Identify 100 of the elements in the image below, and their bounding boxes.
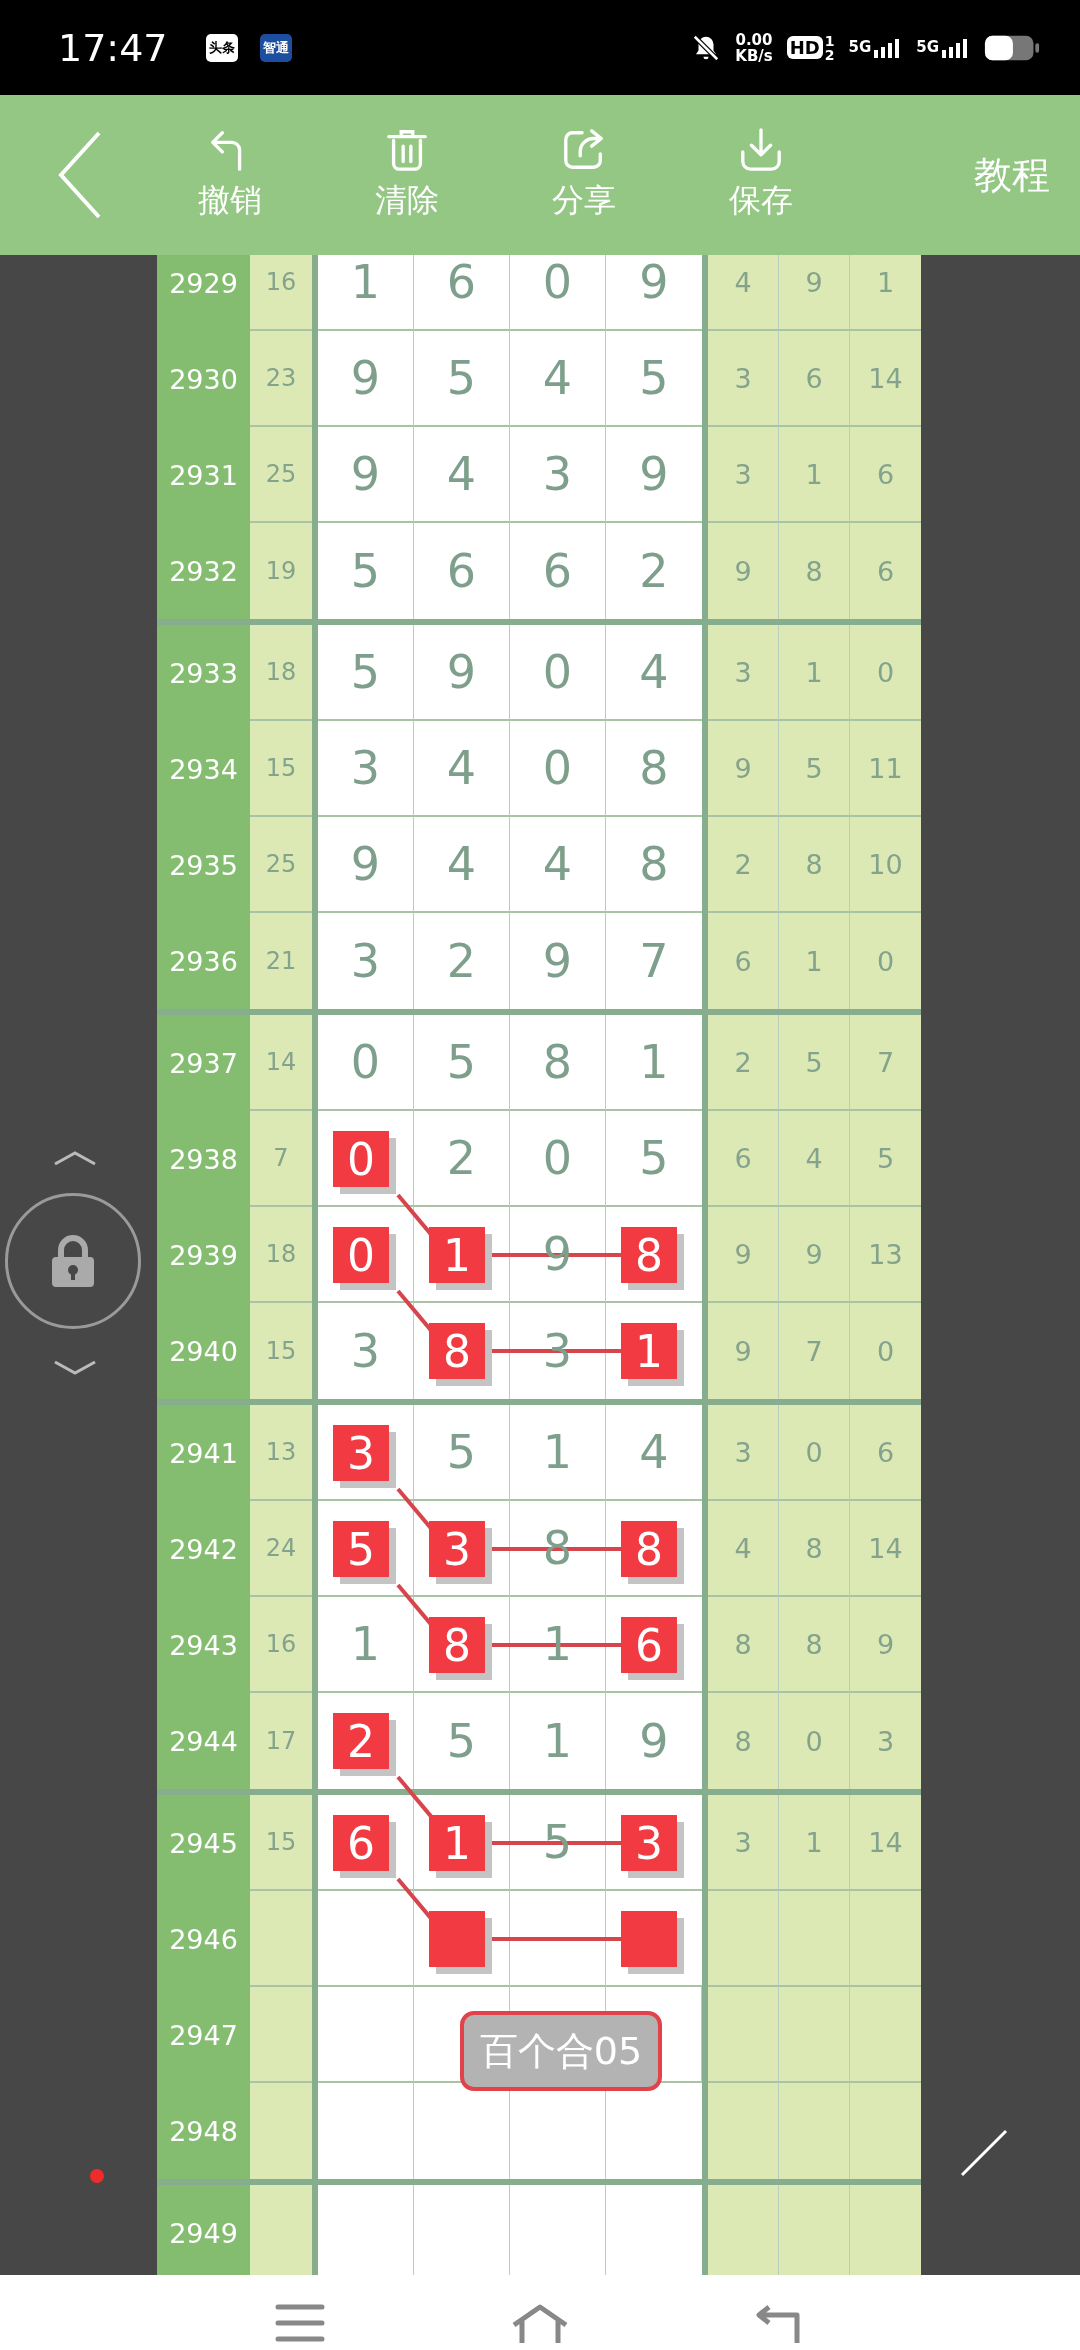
- number: 9: [350, 447, 381, 501]
- download-icon: [738, 127, 784, 173]
- number: 5: [446, 351, 477, 405]
- trash-icon: [384, 127, 430, 173]
- stat-cell: 0: [779, 1405, 850, 1501]
- menu-icon[interactable]: [275, 2303, 325, 2343]
- signal-indicator: 5G: [848, 37, 903, 58]
- number: 5: [446, 1425, 477, 1479]
- home-icon[interactable]: [510, 2303, 570, 2343]
- network-speed: 0.00 KB/s: [735, 31, 773, 64]
- indicator-dot: [90, 2169, 104, 2183]
- trash-button[interactable]: 清除: [352, 127, 462, 223]
- number: 7: [639, 934, 669, 988]
- stat-cell: 8: [779, 1501, 850, 1597]
- signal-indicator: 5G: [916, 37, 970, 58]
- stat-cell: 4: [708, 1501, 779, 1597]
- stat-cell: 4: [708, 255, 779, 331]
- stat-cell: 6: [708, 1111, 779, 1207]
- period-cell: 2944: [157, 1693, 250, 1789]
- stat-cell: 8: [708, 1597, 779, 1693]
- number: 8: [542, 1035, 573, 1089]
- number: 1: [639, 1035, 669, 1089]
- stat-cell: 2: [708, 817, 779, 913]
- number: 0: [350, 1035, 381, 1089]
- share-button[interactable]: 分享: [529, 127, 639, 223]
- number: 6: [542, 544, 573, 598]
- number: 1: [350, 1617, 381, 1671]
- stat-cell: 1: [779, 1795, 850, 1891]
- stat-cell-text: 0: [875, 944, 896, 979]
- clock: 17:47: [58, 25, 168, 70]
- number: 5: [639, 1131, 669, 1185]
- tutorial-button[interactable]: 教程: [974, 149, 1050, 201]
- number: 3: [350, 934, 381, 988]
- number: 9: [639, 447, 669, 501]
- number: 9: [350, 351, 381, 405]
- number: 9: [639, 1714, 669, 1768]
- stat-cell-text: 6: [875, 554, 896, 589]
- period-cell: 2945: [157, 1795, 250, 1891]
- stat-cell: 3: [708, 331, 779, 427]
- period-cell: 2934: [157, 721, 250, 817]
- stat-cell: 9: [708, 721, 779, 817]
- period-cell: 2939: [157, 1207, 250, 1303]
- period-cell: 2935: [157, 817, 250, 913]
- stat-cell: 4: [779, 1111, 850, 1207]
- number: 6: [446, 255, 477, 309]
- number: 0: [542, 255, 573, 309]
- battery-icon: [984, 33, 1040, 62]
- number: 2: [639, 544, 669, 598]
- number: 4: [446, 837, 477, 891]
- period-cell: 2931: [157, 427, 250, 523]
- period-cell: 2933: [157, 625, 250, 721]
- number: 9: [542, 934, 573, 988]
- app-notification-icon: 头条: [205, 33, 238, 62]
- number: 3: [350, 741, 381, 795]
- pen-icon[interactable]: [959, 2128, 1009, 2178]
- number: 1: [542, 1714, 573, 1768]
- stat-cell: 5: [779, 721, 850, 817]
- period-cell: 2937: [157, 1015, 250, 1111]
- stat-cell: 9: [708, 1207, 779, 1303]
- period-cell: 2938: [157, 1111, 250, 1207]
- stat-cell: 3: [708, 1795, 779, 1891]
- chevron-up-icon[interactable]: [53, 1150, 97, 1166]
- number: 5: [446, 1714, 477, 1768]
- number: 4: [446, 741, 477, 795]
- period-cell: 2932: [157, 523, 250, 619]
- period-cell: 2942: [157, 1501, 250, 1597]
- number: 0: [542, 741, 573, 795]
- number: 0: [542, 1131, 573, 1185]
- stat-cell: 1: [779, 625, 850, 721]
- period-cell: 2946: [157, 1891, 250, 1987]
- number: 5: [350, 645, 381, 699]
- number: 4: [542, 351, 573, 405]
- number: 3: [350, 1324, 381, 1378]
- period-cell: 2940: [157, 1303, 250, 1399]
- save-button[interactable]: 保存: [706, 127, 816, 223]
- chevron-down-icon[interactable]: [53, 1360, 97, 1376]
- number: 2: [446, 934, 477, 988]
- stat-cell: 5: [779, 1015, 850, 1111]
- period-cell: 2948: [157, 2083, 250, 2179]
- number: 8: [639, 837, 669, 891]
- stat-cell: 3: [708, 1405, 779, 1501]
- number: 9: [639, 255, 669, 309]
- stat-cell: 3: [708, 625, 779, 721]
- number: 4: [639, 1425, 669, 1479]
- period-cell: 2929: [157, 255, 250, 331]
- number: 6: [446, 544, 477, 598]
- number: 5: [639, 351, 669, 405]
- number: 0: [542, 645, 573, 699]
- stat-cell: 2: [708, 1015, 779, 1111]
- number: 2: [446, 1131, 477, 1185]
- lock-button[interactable]: [5, 1193, 141, 1329]
- number: 5: [446, 1035, 477, 1089]
- number: 8: [639, 741, 669, 795]
- stat-cell: 8: [779, 817, 850, 913]
- period-cell: 2949: [157, 2185, 250, 2275]
- number: 5: [350, 544, 381, 598]
- undo-button[interactable]: 撤销: [175, 127, 285, 223]
- period-cell: 2947: [157, 1987, 250, 2083]
- stat-cell: 9: [779, 255, 850, 331]
- number: 4: [542, 837, 573, 891]
